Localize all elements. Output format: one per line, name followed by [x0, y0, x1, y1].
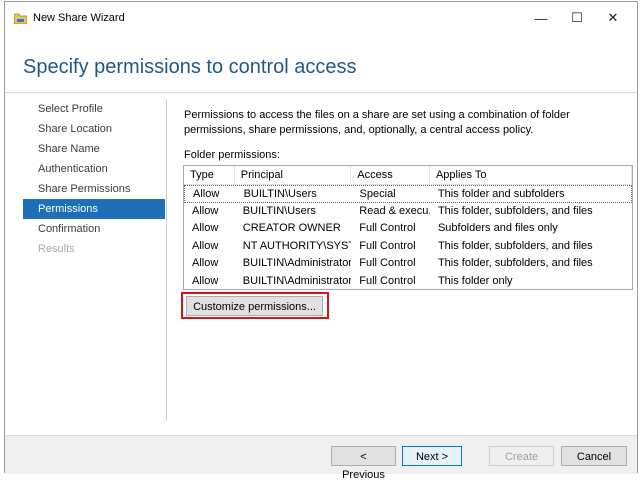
customize-permissions-button[interactable]: Customize permissions...	[186, 296, 323, 316]
footer-button-bar: < Previous Next > Create Cancel	[5, 435, 637, 481]
cell-applies-to: This folder, subfolders, and files	[437, 239, 593, 252]
minimize-icon: —	[534, 10, 548, 26]
wizard-steps-nav: Select Profile Share Location Share Name…	[23, 99, 165, 259]
cell-principal: NT AUTHORITY\SYSTEM	[242, 239, 351, 252]
cell-principal: BUILTIN\Administrators	[242, 257, 352, 270]
nav-item-confirmation[interactable]: Confirmation	[23, 219, 165, 239]
column-header-access[interactable]: Access	[351, 166, 430, 184]
cell-applies-to: Subfolders and files only	[437, 222, 558, 235]
cell-type: Allow	[192, 204, 219, 217]
next-button[interactable]: Next >	[402, 446, 462, 466]
table-row[interactable]: Allow BUILTIN\Users Special This folder …	[184, 185, 632, 203]
wizard-content: Select Profile Share Location Share Name…	[5, 93, 637, 435]
cell-principal: CREATOR OWNER	[242, 222, 341, 235]
nav-item-share-permissions[interactable]: Share Permissions	[23, 179, 165, 199]
cell-applies-to: This folder only	[437, 274, 513, 287]
cell-access: Full Control	[359, 257, 416, 270]
close-button[interactable]: ✕	[595, 2, 631, 34]
maximize-icon: ☐	[571, 10, 583, 25]
nav-item-share-location[interactable]: Share Location	[23, 119, 165, 139]
cell-type: Allow	[192, 257, 219, 270]
cell-access: Full Control	[359, 222, 416, 235]
column-header-type[interactable]: Type	[184, 166, 235, 184]
cell-principal: BUILTIN\Users	[242, 204, 316, 217]
cell-access: Read & execu...	[359, 204, 430, 217]
share-folder-icon	[14, 13, 27, 24]
table-row[interactable]: Allow BUILTIN\Users Read & execu... This…	[184, 203, 632, 221]
page-title: Specify permissions to control access	[23, 56, 357, 78]
cell-principal: BUILTIN\Administrators	[242, 274, 352, 287]
cell-access: Full Control	[359, 274, 416, 287]
cell-principal: BUILTIN\Users	[243, 188, 317, 200]
nav-item-authentication[interactable]: Authentication	[23, 159, 165, 179]
nav-item-share-name[interactable]: Share Name	[23, 139, 165, 159]
list-header: Type Principal Access Applies To	[184, 166, 632, 185]
folder-permissions-list[interactable]: Type Principal Access Applies To Allow B…	[183, 165, 633, 290]
cancel-button[interactable]: Cancel	[561, 446, 627, 466]
nav-item-results: Results	[38, 243, 75, 255]
intro-text: Permissions to access the files on a sha…	[184, 109, 570, 136]
nav-item-permissions[interactable]: Permissions	[23, 199, 165, 219]
cell-access: Full Control	[359, 239, 416, 252]
minimize-button[interactable]: —	[523, 2, 559, 34]
cell-type: Allow	[192, 274, 219, 287]
cell-type: Allow	[192, 222, 219, 235]
header: Specify permissions to control access	[5, 34, 637, 93]
cell-applies-to: This folder, subfolders, and files	[437, 204, 593, 217]
column-header-principal[interactable]: Principal	[235, 166, 352, 184]
title-bar: New Share Wizard — ☐ ✕	[5, 2, 637, 34]
close-icon: ✕	[607, 10, 619, 25]
column-header-applies-to[interactable]: Applies To	[430, 166, 632, 184]
table-row[interactable]: Allow NT AUTHORITY\SYSTEM Full Control T…	[184, 238, 632, 256]
maximize-button[interactable]: ☐	[559, 2, 595, 34]
window-title: New Share Wizard	[33, 12, 125, 24]
cell-type: Allow	[193, 188, 220, 200]
table-row[interactable]: Allow BUILTIN\Administrators Full Contro…	[184, 255, 632, 273]
nav-item-select-profile[interactable]: Select Profile	[23, 99, 165, 119]
cell-applies-to: This folder, subfolders, and files	[437, 257, 593, 270]
previous-button[interactable]: < Previous	[331, 446, 396, 481]
wizard-window: New Share Wizard — ☐ ✕ Specify permissio…	[4, 1, 638, 481]
folder-permissions-label: Folder permissions:	[184, 149, 280, 161]
nav-divider	[166, 99, 167, 421]
cell-access: Special	[359, 188, 396, 200]
table-row[interactable]: Allow BUILTIN\Administrators Full Contro…	[184, 273, 632, 289]
cell-type: Allow	[192, 239, 219, 252]
cell-applies-to: This folder and subfolders	[437, 188, 565, 200]
create-button: Create	[489, 446, 554, 466]
table-row[interactable]: Allow CREATOR OWNER Full Control Subfold…	[184, 220, 632, 238]
